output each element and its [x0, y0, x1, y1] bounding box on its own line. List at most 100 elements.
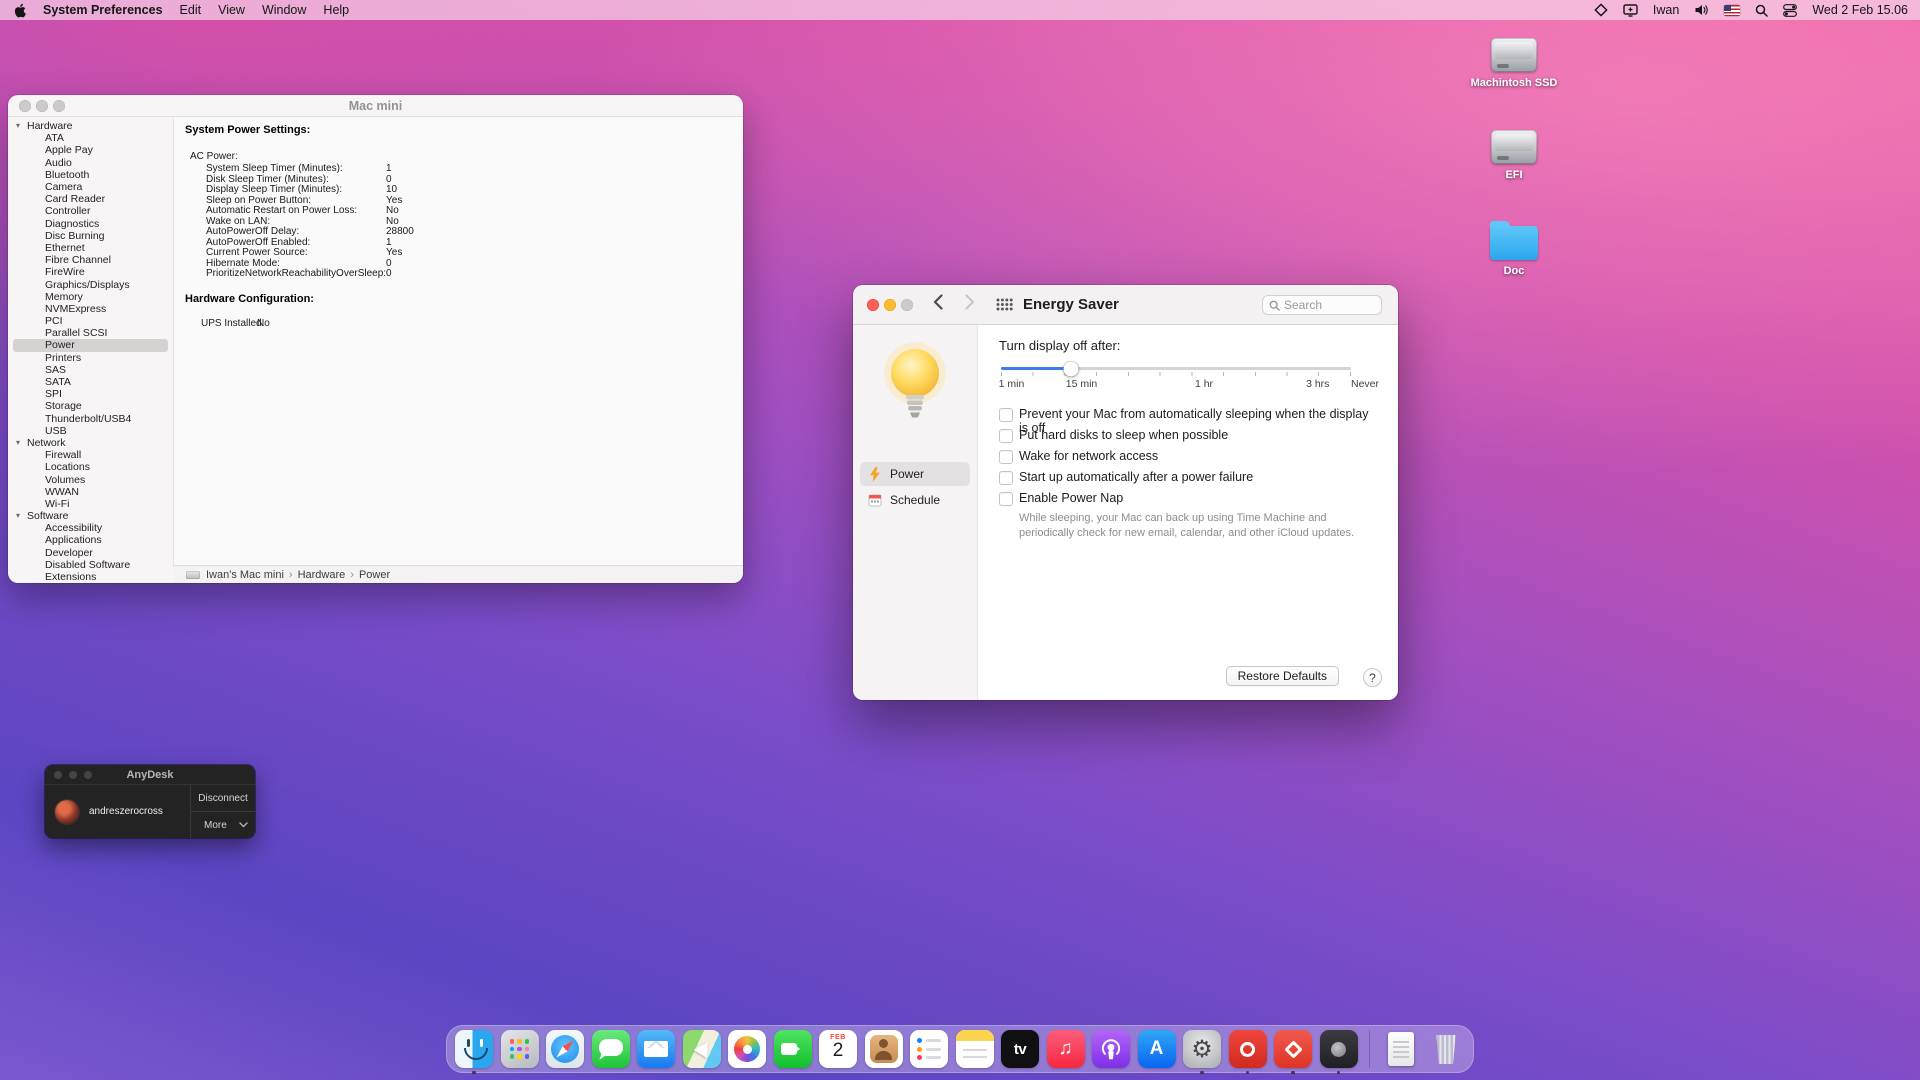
zoom-button[interactable] — [53, 100, 65, 112]
sidebar-item[interactable]: Card Reader — [13, 193, 168, 205]
dock-item-launchpad[interactable] — [501, 1030, 539, 1068]
sidebar-item[interactable]: Apple Pay — [13, 144, 168, 156]
back-button[interactable] — [933, 294, 943, 315]
app-menu-title[interactable]: System Preferences — [43, 3, 163, 17]
sidebar-item[interactable]: Disabled Software — [13, 559, 168, 571]
sidebar-item[interactable]: PCI — [13, 315, 168, 327]
disclosure-triangle-icon[interactable] — [16, 510, 20, 522]
sidebar-item[interactable]: Fibre Channel — [13, 254, 168, 266]
sidebar-item[interactable]: Memory — [13, 291, 168, 303]
sidebar-item[interactable]: Bluetooth — [13, 169, 168, 181]
desktop-icon-efi[interactable]: EFI — [1468, 130, 1560, 181]
forward-button[interactable] — [965, 294, 975, 315]
sidebar-item[interactable]: USB — [13, 425, 168, 437]
sidebar-item[interactable]: Graphics/Displays — [13, 278, 168, 290]
close-button[interactable] — [867, 299, 879, 311]
menu-item[interactable]: Help — [323, 3, 349, 17]
breadcrumb-item[interactable]: Power — [345, 569, 390, 581]
menu-item[interactable]: Window — [262, 3, 306, 17]
dock-item-documents[interactable] — [1382, 1030, 1420, 1068]
show-all-grid-icon[interactable] — [996, 298, 1013, 316]
anydesk-menu-icon[interactable] — [1594, 3, 1608, 17]
window-titlebar[interactable]: Mac mini — [8, 95, 743, 117]
sidebar-item[interactable]: Hardware — [13, 120, 168, 132]
zoom-button[interactable] — [84, 771, 92, 779]
menu-item[interactable]: Edit — [180, 3, 202, 17]
window-toolbar[interactable]: Energy Saver — [853, 285, 1398, 325]
menu-clock[interactable]: Wed 2 Feb 15.06 — [1812, 3, 1908, 17]
dock-item-trash[interactable] — [1427, 1030, 1465, 1068]
sidebar-item[interactable]: Applications — [13, 534, 168, 546]
dock-item-red-app[interactable] — [1229, 1030, 1267, 1068]
window-titlebar[interactable]: AnyDesk — [45, 765, 255, 785]
disclosure-triangle-icon[interactable] — [16, 437, 20, 449]
dock-item-dark-app[interactable] — [1320, 1030, 1358, 1068]
sidebar-item[interactable]: Wi-Fi — [13, 498, 168, 510]
control-center-icon[interactable] — [1783, 4, 1797, 17]
desktop-icon-doc[interactable]: Doc — [1468, 221, 1560, 277]
user-name[interactable]: Iwan — [1653, 3, 1679, 17]
sidebar-item[interactable]: SATA — [13, 376, 168, 388]
dock-item-tv[interactable]: tv — [1001, 1030, 1039, 1068]
more-button[interactable]: More — [191, 811, 255, 838]
sidebar-item[interactable]: Power — [13, 339, 168, 351]
sidebar-item[interactable]: WWAN — [13, 486, 168, 498]
sidebar-item[interactable]: Ethernet — [13, 242, 168, 254]
zoom-button[interactable] — [901, 299, 913, 311]
energy-sidebar-item-schedule[interactable]: Schedule — [860, 488, 970, 512]
sidebar-item[interactable]: Volumes — [13, 473, 168, 485]
minimize-button[interactable] — [36, 100, 48, 112]
minimize-button[interactable] — [69, 771, 77, 779]
checkbox[interactable] — [999, 492, 1013, 506]
breadcrumb-item[interactable]: Iwan's Mac mini — [206, 569, 284, 581]
dock-item-messages[interactable] — [592, 1030, 630, 1068]
checkbox[interactable] — [999, 408, 1013, 422]
help-button[interactable]: ? — [1363, 668, 1382, 687]
sidebar-item[interactable]: SAS — [13, 364, 168, 376]
sidebar-item[interactable]: FireWire — [13, 266, 168, 278]
dock-item-notes[interactable] — [956, 1030, 994, 1068]
sidebar-item[interactable]: Firewall — [13, 449, 168, 461]
dock-item-music[interactable]: ♫ — [1047, 1030, 1085, 1068]
dock-item-safari[interactable] — [546, 1030, 584, 1068]
dock-item-reminders[interactable] — [910, 1030, 948, 1068]
checkbox[interactable] — [999, 429, 1013, 443]
sidebar-item[interactable]: Disc Burning — [13, 230, 168, 242]
sidebar-item[interactable]: Developer — [13, 547, 168, 559]
sidebar-item[interactable]: Network — [13, 437, 168, 449]
sidebar-item[interactable]: Audio — [13, 157, 168, 169]
sidebar-item[interactable]: Diagnostics — [13, 218, 168, 230]
dock-item-contacts[interactable] — [865, 1030, 903, 1068]
sidebar-item[interactable]: Thunderbolt/USB4 — [13, 413, 168, 425]
dock-item-photos[interactable] — [728, 1030, 766, 1068]
volume-icon[interactable] — [1694, 4, 1709, 16]
keyboard-flag-icon[interactable] — [1724, 5, 1740, 16]
sidebar-item[interactable]: Extensions — [13, 571, 168, 583]
menu-item[interactable]: View — [218, 3, 245, 17]
apple-menu-icon[interactable] — [14, 3, 26, 18]
disconnect-button[interactable]: Disconnect — [191, 785, 255, 811]
dock-item-anydesk[interactable] — [1274, 1030, 1312, 1068]
desktop-icon-machintosh-ssd[interactable]: Machintosh SSD — [1468, 38, 1560, 89]
sidebar-item[interactable]: Printers — [13, 352, 168, 364]
dock-item-appstore[interactable]: A — [1138, 1030, 1176, 1068]
dock-item-podcasts[interactable] — [1092, 1030, 1130, 1068]
sidebar-item[interactable]: Storage — [13, 400, 168, 412]
sidebar-item[interactable]: Locations — [13, 461, 168, 473]
restore-defaults-button[interactable]: Restore Defaults — [1226, 666, 1339, 686]
energy-sidebar-item-power[interactable]: Power — [860, 462, 970, 486]
sidebar-item[interactable]: SPI — [13, 388, 168, 400]
spotlight-icon[interactable] — [1755, 4, 1768, 17]
dock-item-maps[interactable] — [683, 1030, 721, 1068]
close-button[interactable] — [54, 771, 62, 779]
checkbox[interactable] — [999, 471, 1013, 485]
search-field[interactable] — [1262, 295, 1382, 315]
checkbox[interactable] — [999, 450, 1013, 464]
dock-item-system-preferences[interactable]: ⚙ — [1183, 1030, 1221, 1068]
close-button[interactable] — [19, 100, 31, 112]
display-off-slider[interactable]: 1 min15 min1 hr3 hrsNever — [1001, 361, 1351, 395]
dock-item-mail[interactable] — [637, 1030, 675, 1068]
sidebar-item[interactable]: ATA — [13, 132, 168, 144]
display-off-slider-thumb[interactable] — [1064, 361, 1079, 376]
sidebar-item[interactable]: Software — [13, 510, 168, 522]
